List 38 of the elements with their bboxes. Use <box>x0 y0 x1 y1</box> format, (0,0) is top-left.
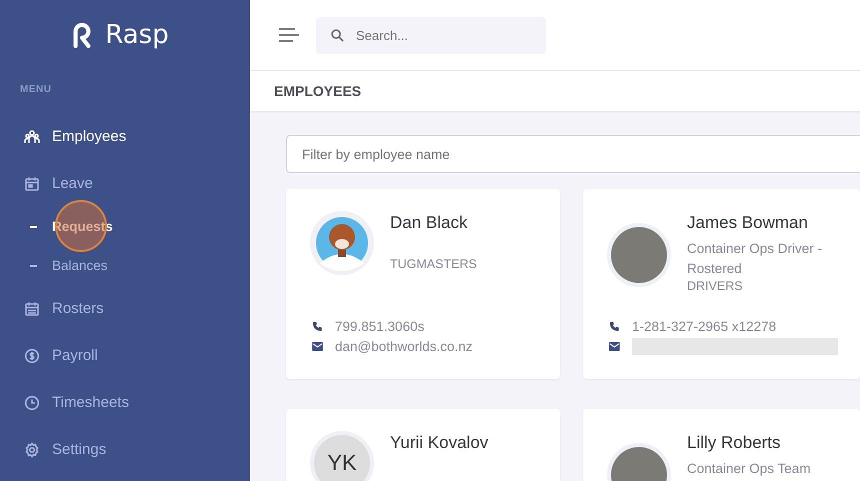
email-address: dan@bothworlds.co.nz <box>335 338 473 354</box>
page-title: EMPLOYEES <box>274 83 362 99</box>
search-field[interactable]: Search... <box>316 16 546 54</box>
menu-icon[interactable] <box>279 28 299 42</box>
mail-icon <box>609 342 620 350</box>
employee-name: Dan Black <box>390 213 468 233</box>
nav-item[interactable]: Leave <box>0 160 250 207</box>
logo-icon <box>71 22 94 48</box>
menu-heading: MENU <box>19 83 52 97</box>
photo-placeholder <box>611 227 667 283</box>
phone-icon <box>609 320 620 332</box>
search-icon <box>331 28 344 42</box>
employee-role: Container Ops Driver - Rostered <box>687 240 824 278</box>
filter-field[interactable]: Filter by employee name <box>286 135 860 173</box>
mail-icon <box>312 342 323 350</box>
nav-item[interactable]: Timesheets <box>0 379 250 426</box>
settings-icon <box>24 442 40 458</box>
brand-name: Rasp <box>105 20 169 50</box>
dollar-coin-icon <box>24 348 40 364</box>
people-icon <box>24 128 40 144</box>
employee-name: James Bowman <box>687 213 809 233</box>
employee-name: Lilly Roberts <box>687 433 782 453</box>
clock-icon <box>24 394 40 410</box>
nav-subitem[interactable]: Balances <box>0 246 250 285</box>
phone-number: 799.851.3060s <box>335 318 424 334</box>
nav-item[interactable]: Settings <box>0 426 250 473</box>
nav-item[interactable]: Rosters <box>0 285 250 332</box>
calendar-icon <box>24 300 40 316</box>
phone-icon <box>312 320 323 332</box>
nav-item[interactable]: Employees <box>0 113 250 160</box>
employee-name: Yurii Kovalov <box>390 433 488 453</box>
calendar-icon <box>24 176 40 192</box>
employee-team: TUGMASTERS <box>390 257 477 271</box>
employee-role: Container Ops Team <box>687 460 811 478</box>
nav-item[interactable]: Payroll <box>0 332 250 379</box>
employee-team: DRIVERS <box>687 279 744 293</box>
phone-number: 1-281-327-2965 x12278 <box>632 318 776 334</box>
avatar-initials: YK <box>314 435 370 481</box>
